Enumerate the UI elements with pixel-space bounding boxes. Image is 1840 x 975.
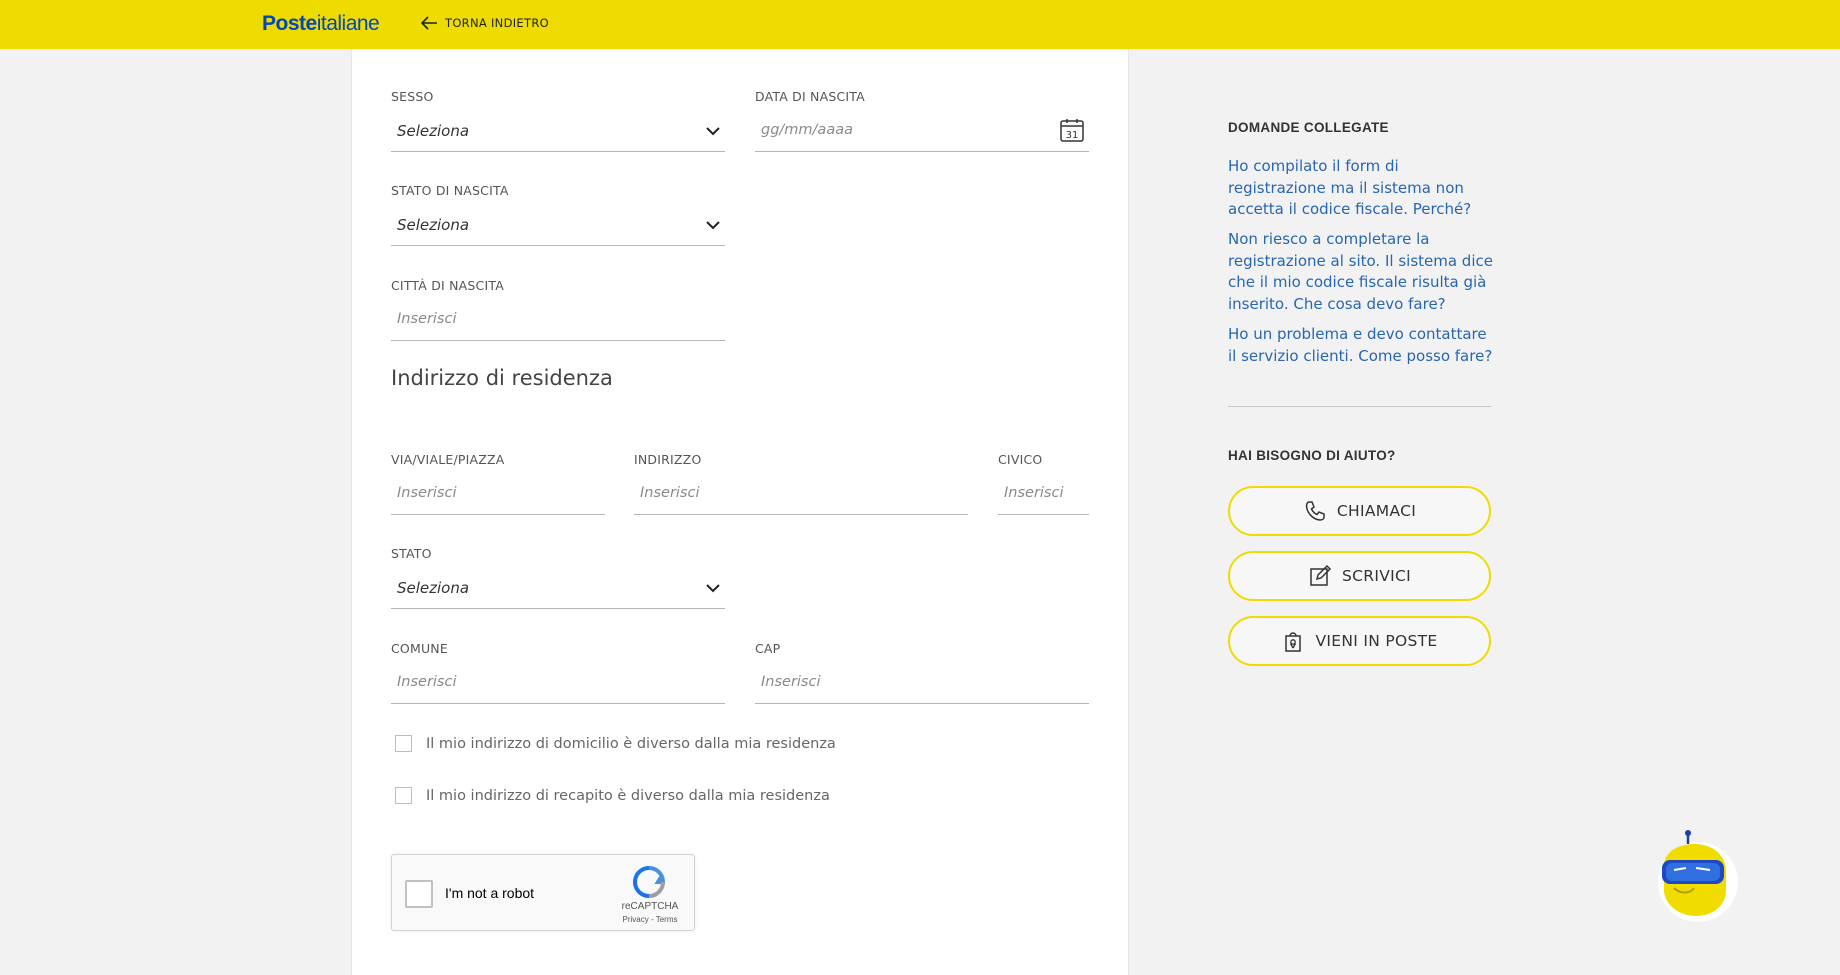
comune-placeholder: Inserisci: [397, 674, 457, 690]
residenza-section-title: Indirizzo di residenza: [391, 366, 613, 390]
back-link[interactable]: TORNA INDIETRO: [419, 14, 549, 32]
sesso-value: Seleziona: [397, 122, 470, 140]
recapito-checkbox-label: Il mio indirizzo di recapito è diverso d…: [426, 787, 830, 804]
via-label: VIA/VIALE/PIAZZA: [391, 452, 505, 467]
sesso-select[interactable]: Seleziona: [391, 112, 725, 152]
edit-icon: [1310, 564, 1332, 586]
domicilio-checkbox-row[interactable]: Il mio indirizzo di domicilio è diverso …: [395, 735, 836, 752]
citta-nascita-input[interactable]: Inserisci: [391, 301, 725, 341]
sidebar-divider: [1228, 406, 1491, 407]
related-questions-title: DOMANDE COLLEGATE: [1228, 120, 1389, 135]
comune-input[interactable]: Inserisci: [391, 664, 725, 704]
arrow-left-icon: [420, 16, 437, 30]
recaptcha-brand: reCAPTCHA: [621, 901, 679, 912]
chevron-down-icon: [706, 127, 720, 136]
recapito-checkbox[interactable]: [395, 787, 412, 804]
indirizzo-placeholder: Inserisci: [640, 485, 700, 501]
recapito-checkbox-row[interactable]: Il mio indirizzo di recapito è diverso d…: [395, 787, 830, 804]
recaptcha-logo-icon: [632, 866, 666, 898]
citta-nascita-placeholder: Inserisci: [397, 311, 457, 327]
civico-label: CIVICO: [998, 452, 1043, 467]
calendar-icon[interactable]: 31: [1059, 117, 1085, 143]
chatbot-icon[interactable]: [1652, 826, 1744, 924]
stato-label: STATO: [391, 546, 432, 561]
write-button[interactable]: SCRIVICI: [1228, 551, 1491, 601]
cap-label: CAP: [755, 641, 781, 656]
stato-value: Seleziona: [397, 579, 470, 597]
svg-text:31: 31: [1066, 130, 1079, 141]
domicilio-checkbox[interactable]: [395, 735, 412, 752]
poste-italiane-logo[interactable]: Posteitaliane: [262, 12, 380, 36]
data-nascita-placeholder: gg/mm/aaaa: [761, 122, 853, 138]
chevron-down-icon: [706, 221, 720, 230]
stato-nascita-select[interactable]: Seleziona: [391, 206, 725, 246]
civico-input[interactable]: Inserisci: [998, 475, 1089, 515]
write-button-label: SCRIVICI: [1342, 567, 1411, 585]
recaptcha-widget: I'm not a robot reCAPTCHA Privacy - Term…: [391, 854, 695, 931]
stato-select[interactable]: Seleziona: [391, 569, 725, 609]
top-bar: Posteitaliane TORNA INDIETRO: [0, 0, 1840, 49]
phone-icon: [1305, 501, 1325, 521]
recaptcha-checkbox[interactable]: [405, 880, 433, 908]
chevron-down-icon: [706, 584, 720, 593]
cap-input[interactable]: Inserisci: [755, 664, 1089, 704]
cap-placeholder: Inserisci: [761, 674, 821, 690]
data-nascita-label: DATA DI NASCITA: [755, 89, 865, 104]
civico-placeholder: Inserisci: [1004, 485, 1064, 501]
visit-button[interactable]: VIENI IN POSTE: [1228, 616, 1491, 666]
indirizzo-label: INDIRIZZO: [634, 452, 702, 467]
faq-link-codice-fiscale[interactable]: Ho compilato il form di registrazione ma…: [1228, 156, 1498, 221]
via-input[interactable]: Inserisci: [391, 475, 605, 515]
help-title: HAI BISOGNO DI AIUTO?: [1228, 448, 1396, 463]
call-button-label: CHIAMACI: [1336, 502, 1417, 520]
faq-link-servizio-clienti[interactable]: Ho un problema e devo contattare il serv…: [1228, 324, 1498, 367]
recaptcha-label: I'm not a robot: [445, 885, 535, 901]
stato-nascita-value: Seleziona: [397, 216, 470, 234]
via-placeholder: Inserisci: [397, 485, 457, 501]
comune-label: COMUNE: [391, 641, 448, 656]
back-link-label: TORNA INDIETRO: [445, 16, 549, 30]
domicilio-checkbox-label: Il mio indirizzo di domicilio è diverso …: [426, 735, 836, 752]
location-bag-icon: [1285, 632, 1302, 652]
sesso-label: SESSO: [391, 89, 434, 104]
call-button[interactable]: CHIAMACI: [1228, 486, 1491, 536]
visit-button-label: VIENI IN POSTE: [1315, 632, 1438, 650]
recaptcha-links[interactable]: Privacy - Terms: [610, 915, 690, 924]
data-nascita-input[interactable]: gg/mm/aaaa 31: [755, 112, 1089, 152]
indirizzo-input[interactable]: Inserisci: [634, 475, 968, 515]
stato-nascita-label: STATO DI NASCITA: [391, 183, 509, 198]
citta-nascita-label: CITTÀ DI NASCITA: [391, 278, 504, 293]
faq-link-registrazione[interactable]: Non riesco a completare la registrazione…: [1228, 229, 1498, 315]
